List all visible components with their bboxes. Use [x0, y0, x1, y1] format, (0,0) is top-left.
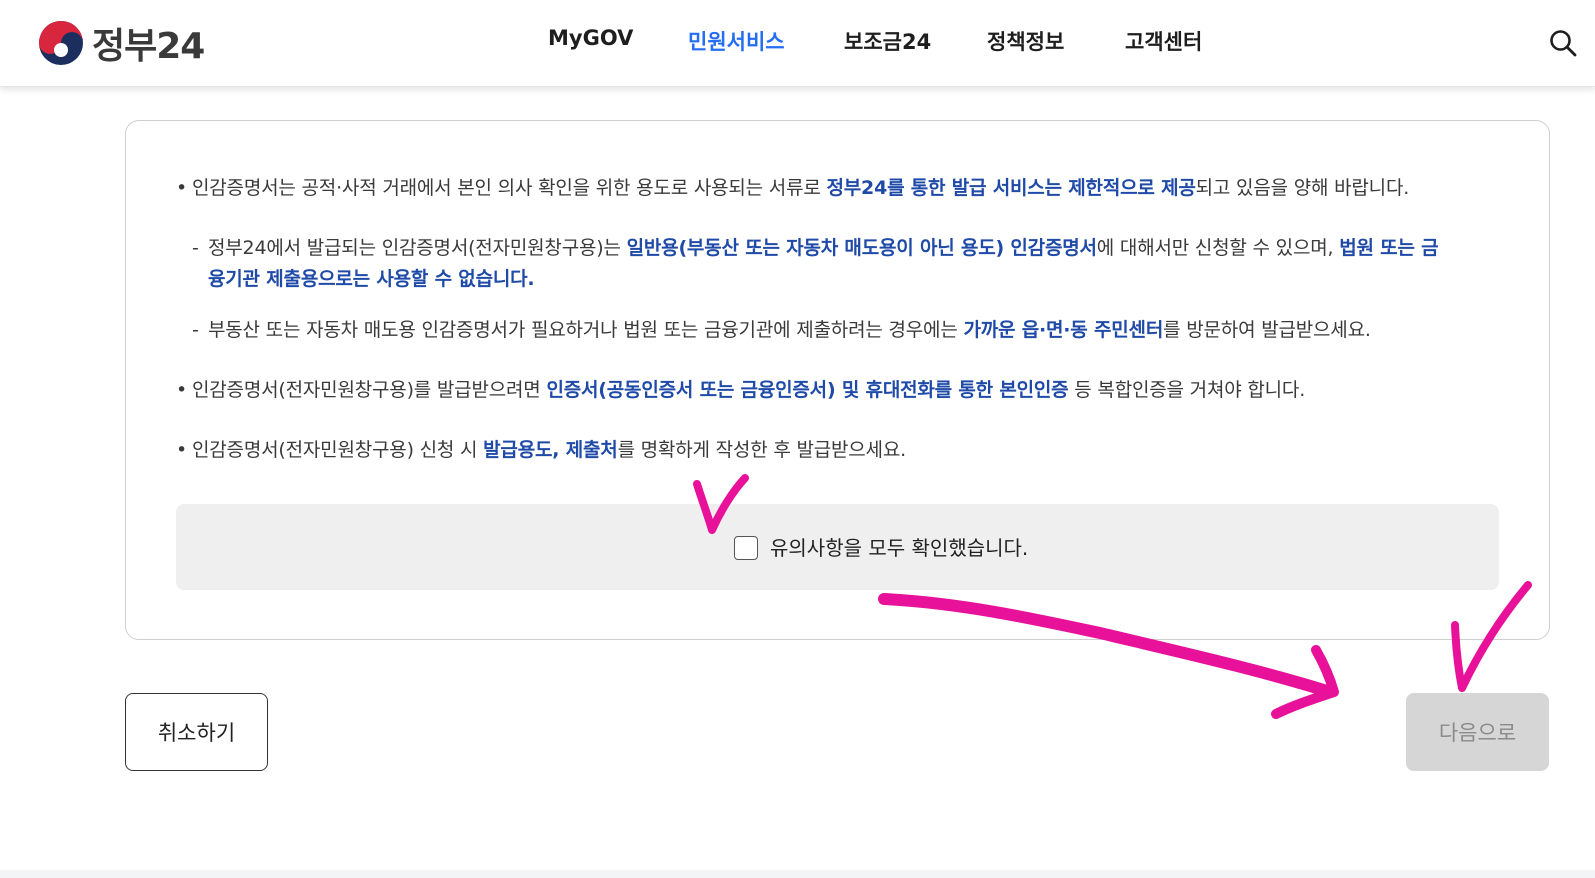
confirm-box: 유의사항을 모두 확인했습니다. [176, 504, 1499, 590]
nav-item-civil-services[interactable]: 민원서비스 [688, 26, 785, 56]
nav-item-customer-center[interactable]: 고객센터 [1125, 26, 1202, 56]
search-button[interactable] [1548, 28, 1578, 58]
confirm-checkbox[interactable] [734, 536, 758, 560]
next-button[interactable]: 다음으로 [1406, 693, 1549, 771]
notice-subitem: - 부동산 또는 자동차 매도용 인감증명서가 필요하거나 법원 또는 금융기관에… [192, 319, 1371, 341]
confirm-label[interactable]: 유의사항을 모두 확인했습니다. [770, 532, 1028, 561]
notice-item: • 인감증명서(전자민원창구용) 신청 시 발급용도, 제출처를 명확하게 작성한… [176, 439, 906, 461]
nav-item-mygov[interactable]: MyGOV [548, 26, 633, 50]
main-nav: MyGOV 민원서비스 보조금24 정책정보 고객센터 [0, 26, 1595, 60]
cancel-button[interactable]: 취소하기 [125, 693, 268, 771]
notice-item: • 인감증명서는 공적·사적 거래에서 본인 의사 확인을 위한 용도로 사용되는… [176, 177, 1410, 199]
nav-item-subsidy24[interactable]: 보조금24 [844, 26, 931, 56]
notice-card: • 인감증명서는 공적·사적 거래에서 본인 의사 확인을 위한 용도로 사용되는… [125, 120, 1550, 640]
site-header: 정부24 MyGOV 민원서비스 보조금24 정책정보 고객센터 [0, 0, 1595, 87]
notice-item: • 인감증명서(전자민원창구용)를 발급받으려면 인증서(공동인증서 또는 금융인… [176, 379, 1306, 401]
notice-subitem-continued: 융기관 제출용으로는 사용할 수 없습니다. [208, 268, 535, 290]
nav-item-policy-info[interactable]: 정책정보 [987, 26, 1064, 56]
footer-divider [0, 870, 1595, 878]
search-icon [1550, 30, 1577, 57]
notice-subitem: - 정부24에서 발급되는 인감증명서(전자민원창구용)는 일반용(부동산 또는 … [192, 237, 1439, 259]
arrowhead-annotation [1271, 645, 1339, 719]
